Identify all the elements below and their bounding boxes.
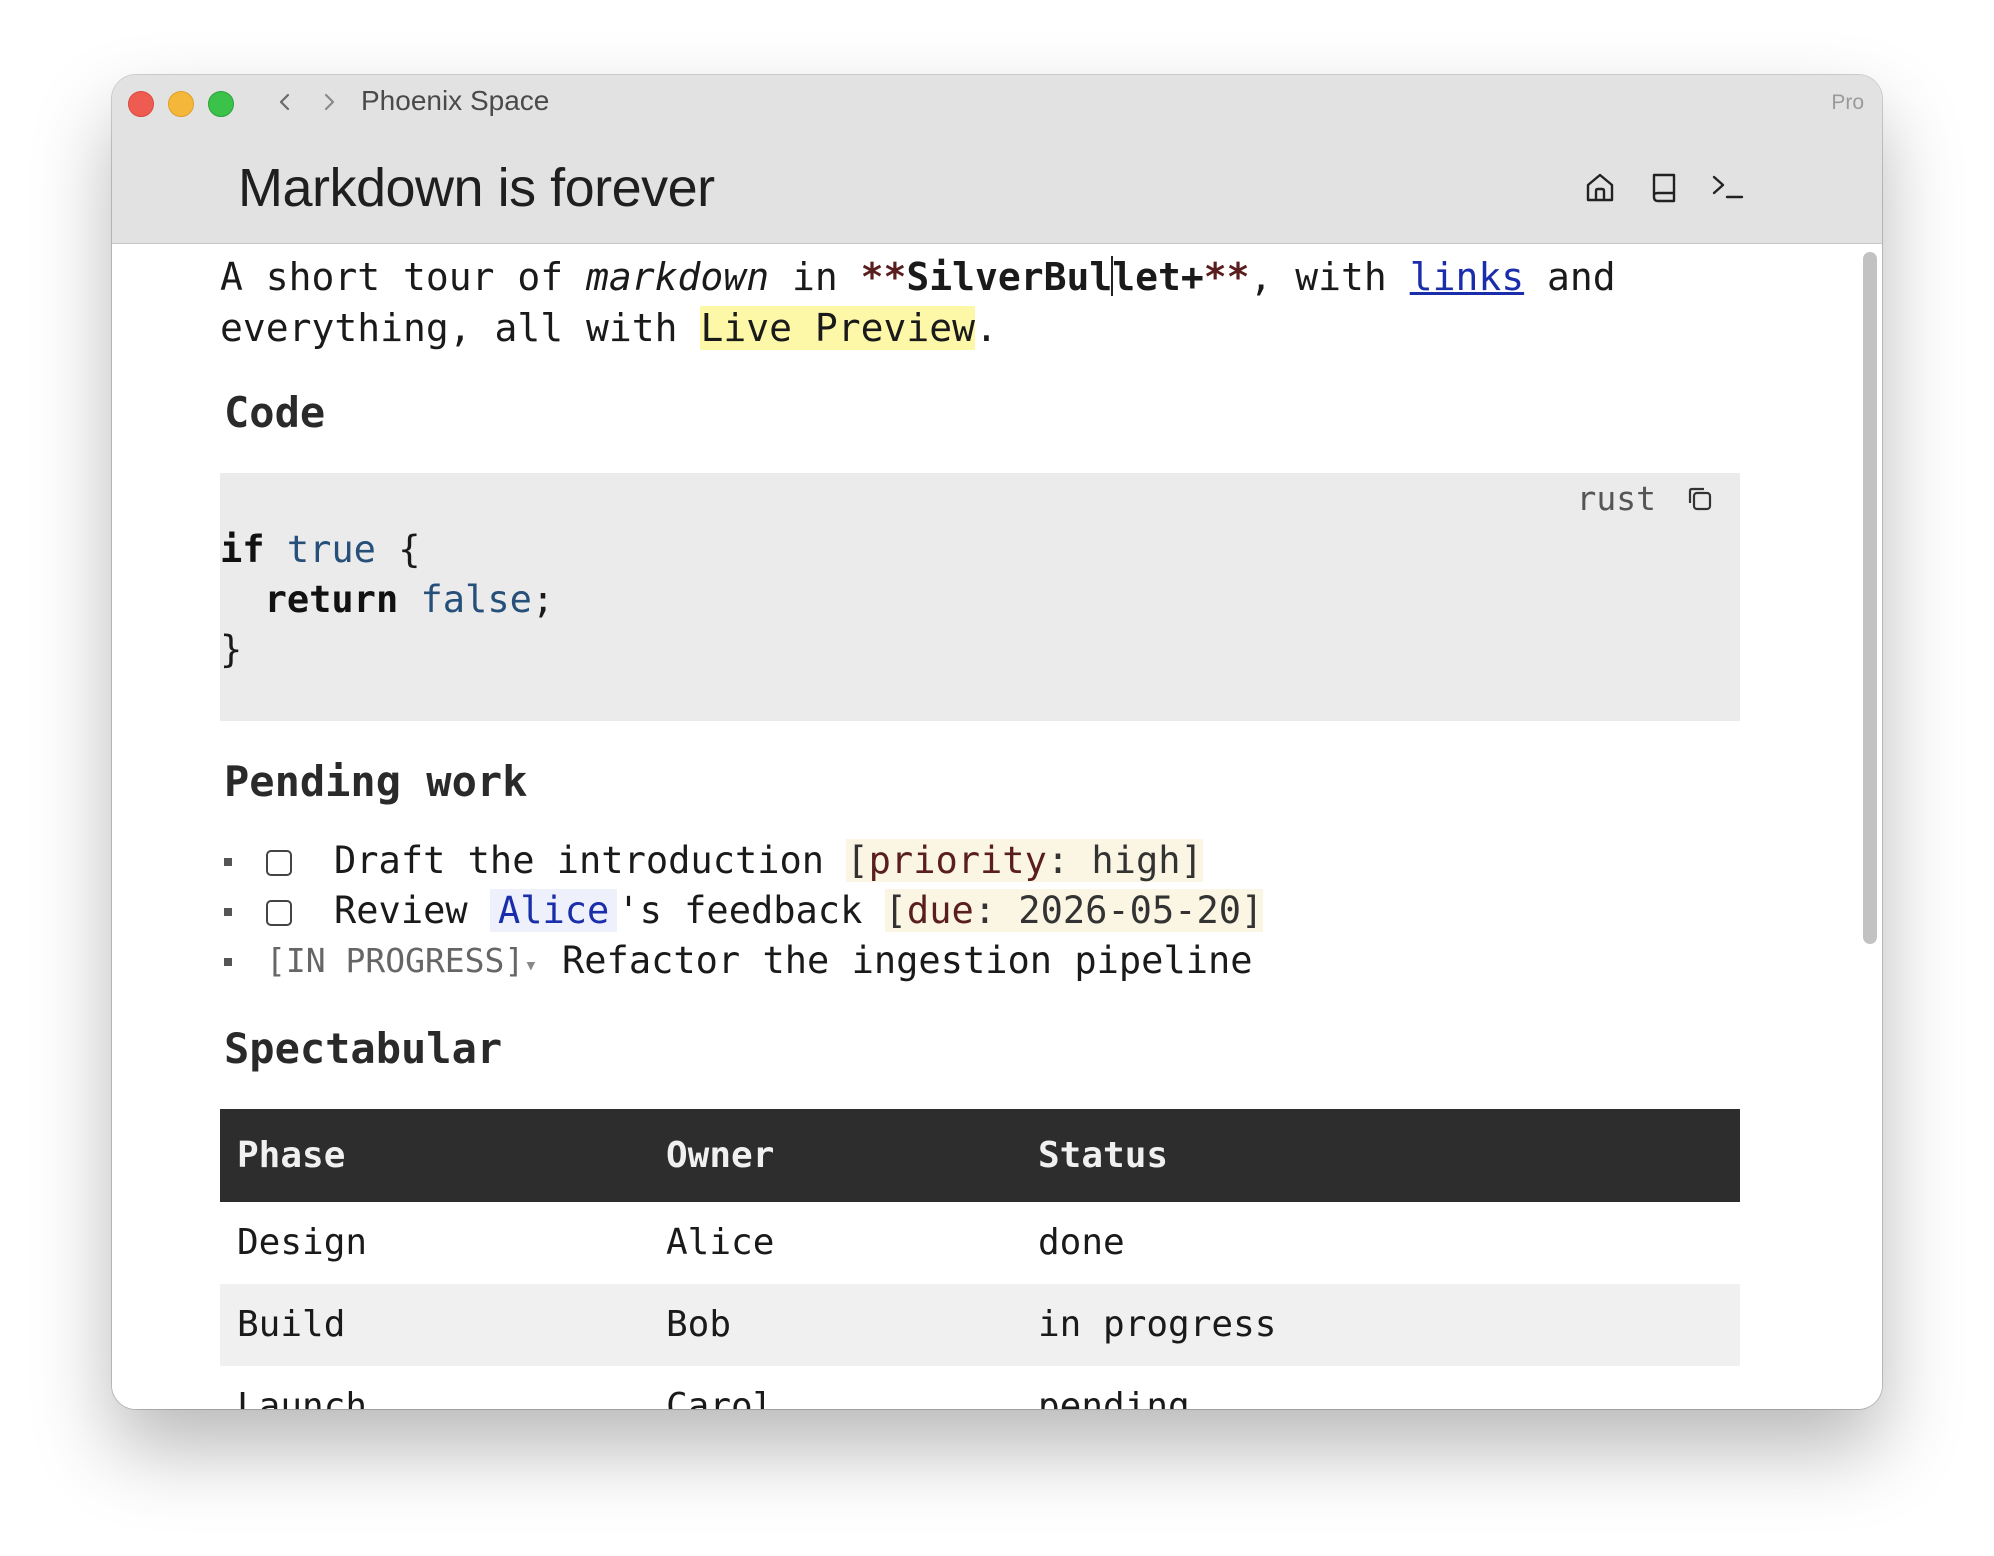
minimize-window-button[interactable]: [168, 91, 194, 117]
table-cell: Alice: [666, 1222, 775, 1263]
maximize-window-button[interactable]: [208, 91, 234, 117]
table-cell: in progress: [1038, 1304, 1277, 1345]
book-icon[interactable]: [1644, 167, 1684, 207]
heading-code: Code: [224, 388, 326, 437]
table-row[interactable]: Design Alice done: [220, 1202, 1740, 1284]
table-cell: done: [1038, 1222, 1125, 1263]
bold-markup-open: **: [860, 255, 907, 299]
attr-key: due: [906, 889, 974, 932]
table-row[interactable]: Build Bob in progress: [220, 1284, 1740, 1366]
code-text: }: [220, 628, 243, 671]
code-lines: if true { return false; }: [220, 525, 554, 675]
table-cell: Launch: [237, 1386, 368, 1409]
code-text: {: [375, 528, 421, 571]
code-literal: true: [286, 528, 376, 571]
task-text[interactable]: Draft the introduction [priority: high]: [334, 836, 1203, 886]
intro-text: .: [974, 306, 998, 350]
mention-link[interactable]: Alice: [489, 889, 618, 932]
table-cell: Bob: [666, 1304, 732, 1345]
code-block[interactable]: rust if true { return false; }: [220, 473, 1740, 721]
task-label: Draft the introduction: [334, 839, 847, 882]
attr-value: : 2026-05-20]: [973, 889, 1264, 932]
bullet-icon: [224, 858, 232, 866]
task-label: 's feedback: [617, 889, 885, 932]
heading-pending-work: Pending work: [224, 757, 528, 806]
intro-bold-text: SilverBul: [906, 255, 1113, 299]
task-text[interactable]: Review Alice's feedback [due: 2026-05-20…: [334, 886, 1264, 936]
forward-arrow-icon[interactable]: [314, 87, 344, 117]
intro-bold-text: let+: [1112, 255, 1204, 299]
title-bar: Phoenix Space Pro Markdown is forever: [112, 75, 1882, 244]
heading-spectabular: Spectabular: [224, 1024, 503, 1073]
table-cell: Build: [237, 1304, 346, 1345]
intro-text: in: [769, 255, 861, 299]
intro-paragraph[interactable]: A short tour of markdown in **SilverBull…: [220, 252, 1740, 354]
copy-icon[interactable]: [1682, 481, 1718, 517]
highlighted-text: Live Preview: [700, 306, 975, 350]
intro-italic-text: markdown: [586, 255, 770, 299]
task-checkbox[interactable]: [266, 850, 292, 876]
task-attribute: [priority: high]: [846, 839, 1203, 882]
caret-down-icon: ▾: [524, 953, 538, 978]
bullet-icon: [224, 958, 232, 966]
space-name: Phoenix Space: [361, 85, 550, 116]
plan-badge: Pro: [1831, 91, 1864, 114]
task-state-dropdown[interactable]: [IN PROGRESS]▾: [266, 936, 538, 991]
column-header[interactable]: Owner: [666, 1109, 774, 1202]
page-title[interactable]: Markdown is forever: [238, 157, 715, 219]
intro-link[interactable]: links: [1410, 255, 1524, 299]
task-label: Review: [334, 889, 490, 932]
terminal-icon[interactable]: [1708, 167, 1748, 207]
table-cell: Carol: [666, 1386, 775, 1409]
task-checkbox[interactable]: [266, 900, 292, 926]
attr-key: priority: [868, 839, 1047, 882]
task-attribute: [due: 2026-05-20]: [884, 889, 1264, 932]
task-state-label: [IN PROGRESS]: [266, 941, 525, 980]
attr-value: : high]: [1046, 839, 1203, 882]
back-arrow-icon[interactable]: [270, 87, 300, 117]
code-text: ;: [531, 578, 555, 621]
app-window: Phoenix Space Pro Markdown is forever A …: [112, 75, 1882, 1409]
attr-bracket: [: [884, 889, 907, 932]
close-window-button[interactable]: [128, 91, 154, 117]
table-cell: Design: [237, 1222, 368, 1263]
table-header: Phase Owner Status: [220, 1109, 1740, 1202]
intro-text: , with: [1249, 255, 1410, 299]
home-icon[interactable]: [1580, 167, 1620, 207]
vertical-scrollbar[interactable]: [1863, 252, 1877, 944]
code-language-label: rust: [1576, 479, 1656, 518]
attr-bracket: [: [846, 839, 869, 882]
bold-markup-close: **: [1203, 255, 1250, 299]
code-literal: false: [420, 578, 532, 621]
intro-text: A short tour of: [220, 255, 587, 299]
bullet-icon: [224, 908, 232, 916]
editor-content[interactable]: A short tour of markdown in **SilverBull…: [112, 244, 1882, 1409]
code-keyword: if: [220, 528, 265, 571]
column-header[interactable]: Status: [1038, 1109, 1168, 1202]
table-row[interactable]: Launch Carol pending: [220, 1366, 1740, 1409]
code-keyword: return: [264, 578, 399, 621]
task-label[interactable]: Refactor the ingestion pipeline: [562, 936, 1253, 986]
table-cell: pending: [1038, 1386, 1190, 1409]
column-header[interactable]: Phase: [237, 1109, 345, 1202]
